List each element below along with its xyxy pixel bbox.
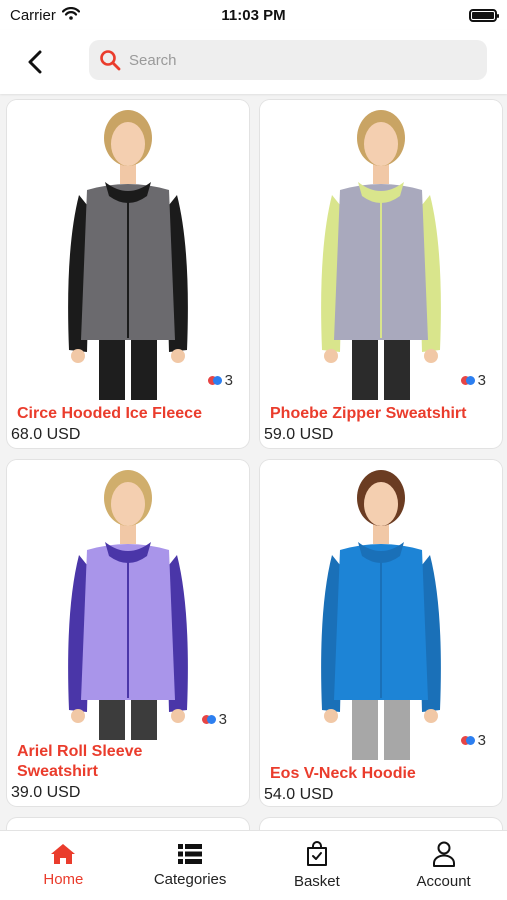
app-screen: Carrier 11:03 PM Search 3 Circe Hooded I… [0, 0, 507, 900]
categories-icon [178, 844, 203, 864]
tab-categories-label: Categories [153, 871, 227, 888]
color-dots-icon [460, 376, 475, 385]
wifi-icon [61, 6, 80, 24]
product-card[interactable] [260, 818, 502, 830]
product-name: Phoebe Zipper Sweatshirt [270, 405, 467, 422]
tab-home-label: Home [43, 871, 84, 888]
color-count: 3 [218, 711, 227, 728]
product-image [260, 100, 502, 400]
tab-basket[interactable]: Basket [254, 831, 381, 900]
product-price: 39.0 USD [11, 784, 81, 801]
product-image [7, 100, 249, 400]
product-name: Circe Hooded Ice Fleece [17, 405, 202, 422]
product-card[interactable]: 3 Phoebe Zipper Sweatshirt 59.0 USD [260, 100, 502, 448]
basket-icon [306, 841, 327, 866]
color-count: 3 [477, 372, 486, 389]
status-left: Carrier [10, 7, 80, 24]
product-grid: 3 Circe Hooded Ice Fleece 68.0 USD 3 Pho… [0, 96, 507, 830]
account-icon [432, 841, 455, 867]
color-variants-badge: 3 [207, 372, 233, 389]
status-bar: Carrier 11:03 PM [0, 0, 507, 30]
color-variants-badge: 3 [460, 372, 486, 389]
color-dots-icon [207, 376, 222, 385]
search-input[interactable] [129, 51, 449, 69]
battery-icon [469, 8, 499, 22]
product-card[interactable]: 3 Ariel Roll Sleeve Sweatshirt 39.0 USD [7, 460, 249, 806]
color-dots-icon [201, 715, 216, 724]
product-name: Eos V-Neck Hoodie [270, 765, 416, 782]
tab-account-label: Account [416, 873, 471, 890]
top-bar [0, 30, 507, 94]
bottom-tab-bar: Home Categories Basket Account [0, 830, 507, 900]
color-dots-icon [460, 736, 475, 745]
carrier-label: Carrier [10, 6, 56, 24]
home-icon [51, 844, 76, 864]
product-image [7, 460, 249, 740]
tab-categories[interactable]: Categories [127, 831, 254, 900]
tab-account[interactable]: Account [380, 831, 507, 900]
product-price: 68.0 USD [11, 426, 81, 443]
product-card[interactable]: 3 Eos V-Neck Hoodie 54.0 USD [260, 460, 502, 806]
product-card[interactable]: 3 Circe Hooded Ice Fleece 68.0 USD [7, 100, 249, 448]
search-bar[interactable] [89, 40, 487, 80]
back-button[interactable] [12, 39, 58, 85]
chevron-left-icon [28, 50, 42, 74]
color-count: 3 [224, 372, 233, 389]
search-icon [100, 50, 121, 71]
product-name: Ariel Roll Sleeve Sweatshirt [17, 743, 143, 780]
color-count: 3 [477, 732, 486, 749]
product-image [260, 460, 502, 760]
product-card[interactable] [7, 818, 249, 830]
tab-basket-label: Basket [293, 873, 340, 890]
product-price: 59.0 USD [264, 426, 334, 443]
tab-home[interactable]: Home [0, 831, 127, 900]
color-variants-badge: 3 [460, 732, 486, 749]
color-variants-badge: 3 [201, 711, 227, 728]
product-price: 54.0 USD [264, 786, 334, 803]
